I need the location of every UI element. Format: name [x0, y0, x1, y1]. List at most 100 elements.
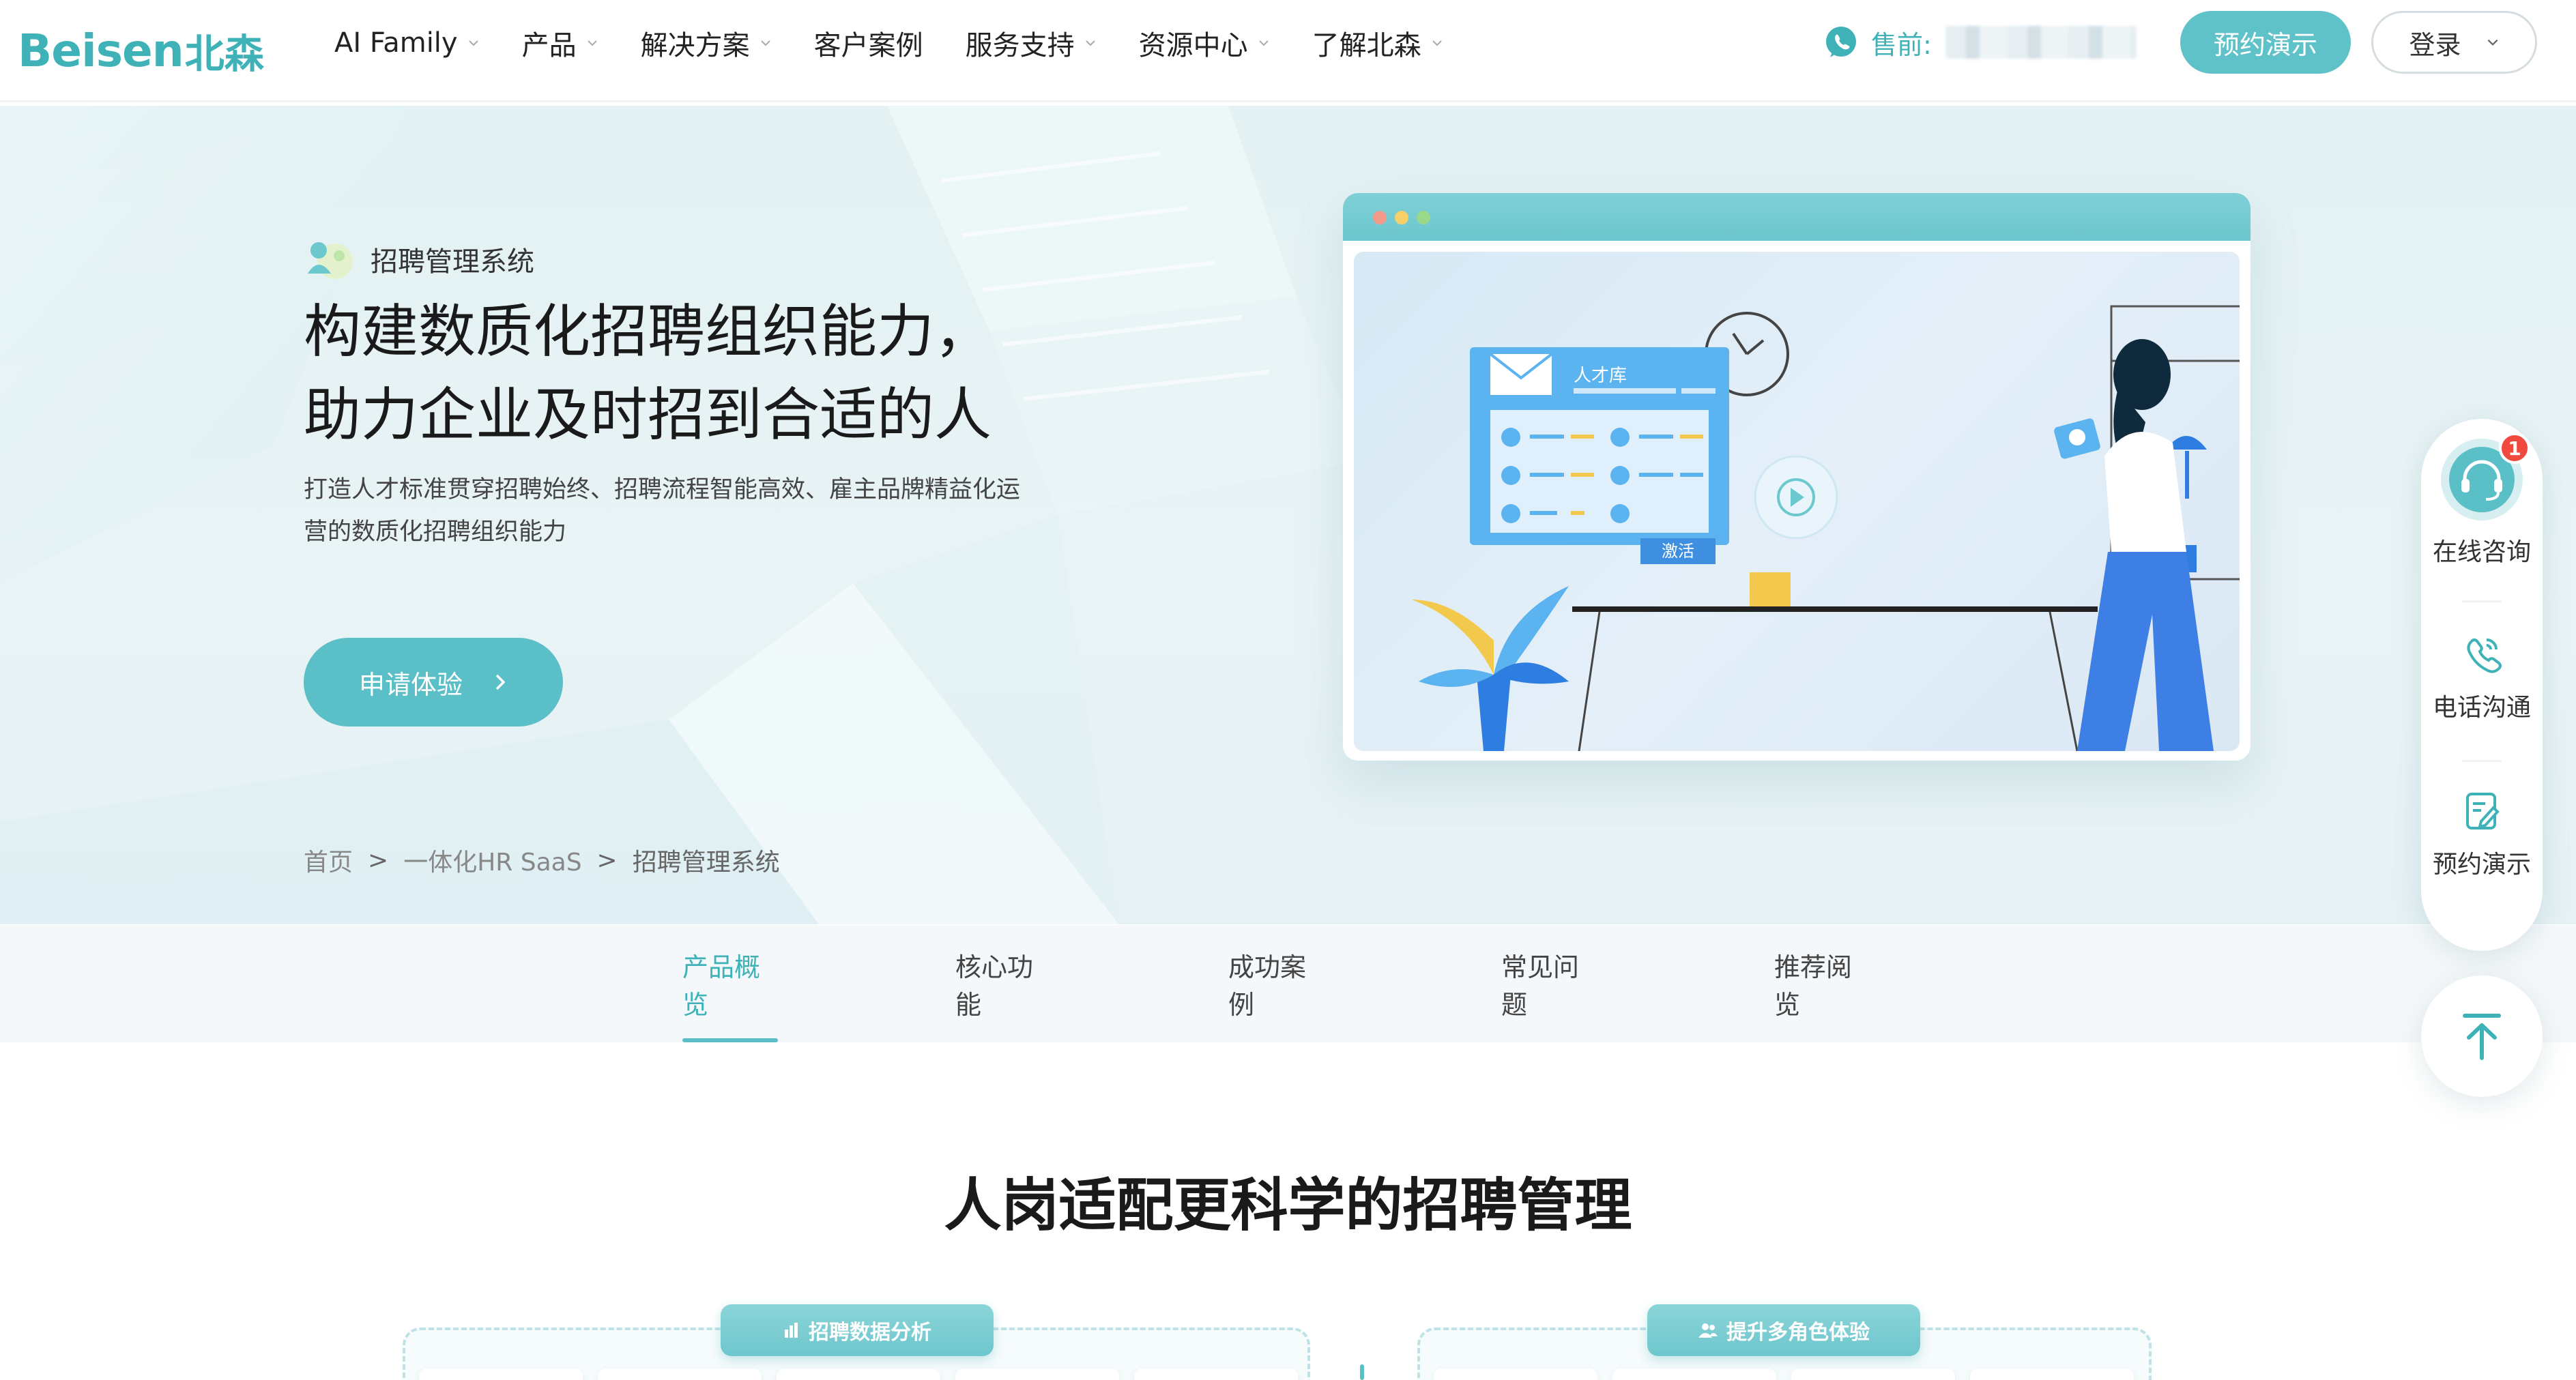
tab-label: 成功案例 — [1228, 952, 1307, 1020]
divider — [2462, 760, 2502, 762]
tab-label: 常见问题 — [1501, 952, 1580, 1020]
tab-core-features[interactable]: 核心功能 — [955, 925, 1051, 1042]
role-card — [1791, 1368, 1955, 1380]
product-tag-label: 招聘管理系统 — [371, 246, 534, 278]
breadcrumb-home[interactable]: 首页 — [304, 842, 353, 878]
edit-form-icon — [2466, 793, 2500, 830]
divider — [2462, 600, 2502, 602]
recruiter-scene-illustration: 人才库 激活 — [1412, 305, 2240, 751]
tab-overview[interactable]: 产品概览 — [682, 925, 778, 1042]
book-demo-button[interactable]: 预约演示 — [2180, 11, 2351, 74]
tab-label: 产品概览 — [682, 952, 761, 1020]
breadcrumb-separator: > — [368, 846, 389, 875]
main-menu: AI Family 产品 解决方案 客户案例 服务支持 资源中心 了解北森 — [334, 0, 1486, 85]
chevron-down-icon — [760, 40, 770, 46]
activate-button-graphic: 激活 — [1662, 542, 1694, 561]
phone-label: 电话沟通 — [2432, 694, 2531, 722]
nav-item-label: 产品 — [521, 29, 577, 61]
consult-avatar: 1 — [2439, 432, 2530, 523]
nav-item-solutions[interactable]: 解决方案 — [641, 23, 772, 63]
online-consult-button[interactable]: 1 在线咨询 — [2421, 432, 2543, 568]
product-tag: 招聘管理系统 — [304, 235, 534, 283]
chevron-down-icon — [1432, 40, 1442, 46]
analytics-card — [419, 1368, 583, 1380]
chevron-down-icon — [1085, 40, 1095, 46]
bar-chart-icon — [785, 1323, 798, 1338]
breadcrumb-hr-saas[interactable]: 一体化HR SaaS — [403, 842, 581, 878]
nav-item-label: 客户案例 — [813, 29, 923, 61]
tab-recommended-reading[interactable]: 推荐阅览 — [1774, 925, 1870, 1042]
nav-item-label: 解决方案 — [640, 29, 750, 61]
book-demo-label: 预约演示 — [2213, 29, 2317, 60]
mock-window-titlebar — [1343, 193, 2251, 241]
tab-label: 推荐阅览 — [1774, 952, 1853, 1020]
recruiting-analytics-pill: 招聘数据分析 — [721, 1304, 994, 1356]
analytics-card — [598, 1368, 762, 1380]
hero-banner: 招聘管理系统 构建数质化招聘组织能力， 助力企业及时招到合适的人 打造人才标准贯… — [0, 106, 2576, 924]
beisen-logo[interactable]: Beisen 北森 — [18, 16, 264, 85]
section-title: 人岗适配更科学的招聘管理 — [944, 1172, 1632, 1239]
analytics-card — [777, 1368, 940, 1380]
nav-item-cases[interactable]: 客户案例 — [814, 23, 923, 63]
tab-label: 核心功能 — [955, 952, 1034, 1020]
analytics-card — [955, 1368, 1119, 1380]
logo-text-cn: 北森 — [184, 31, 264, 77]
hero-desc-line-1: 打造人才标准贯穿招聘始终、招聘流程智能高效、雇主品牌精益化运 — [304, 476, 1021, 503]
chevron-right-icon — [495, 674, 506, 690]
product-icon — [304, 235, 356, 283]
chevron-down-icon — [2487, 39, 2498, 46]
floating-contact-panel: 1 在线咨询 电话沟通 预约演示 — [2421, 419, 2543, 951]
pill-label: 招聘数据分析 — [809, 1321, 931, 1345]
role-card — [1612, 1368, 1776, 1380]
pill-label: 提升多角色体验 — [1726, 1321, 1870, 1345]
phone-chat-icon — [1826, 27, 1856, 57]
breadcrumb: 首页 > 一体化HR SaaS > 招聘管理系统 — [304, 842, 780, 878]
hero-title-line-2: 助力企业及时招到合适的人 — [304, 381, 992, 448]
nav-item-label: 服务支持 — [965, 29, 1075, 61]
analytics-cards — [419, 1368, 1313, 1380]
chevron-down-icon — [468, 40, 478, 46]
phone-icon — [2467, 638, 2502, 673]
apply-trial-label: 申请体验 — [358, 669, 463, 700]
notification-badge: 1 — [2499, 432, 2530, 464]
back-to-top-button[interactable] — [2421, 975, 2543, 1097]
chevron-down-icon — [1258, 40, 1269, 46]
book-demo-side-button[interactable]: 预约演示 — [2421, 787, 2543, 880]
sales-contact: 售前: — [1822, 20, 2137, 64]
nav-item-label: 资源中心 — [1138, 29, 1248, 61]
users-icon — [1698, 1323, 1718, 1338]
section-divider — [1360, 1364, 1364, 1380]
hero-desc-line-2: 营的数质化招聘组织能力 — [304, 518, 567, 546]
sales-label: 售前: — [1871, 29, 1932, 60]
login-label: 登录 — [2409, 29, 2461, 60]
hero-title: 构建数质化招聘组织能力， 助力企业及时招到合适的人 — [304, 290, 992, 456]
role-card — [1434, 1368, 1597, 1380]
arrow-up-icon — [2463, 1014, 2501, 1060]
mock-window-screen: 人才库 激活 — [1354, 252, 2240, 751]
apply-trial-button[interactable]: 申请体验 — [304, 638, 563, 726]
breadcrumb-separator: > — [596, 846, 618, 875]
nav-item-products[interactable]: 产品 — [522, 23, 598, 63]
tab-success-cases[interactable]: 成功案例 — [1228, 925, 1324, 1042]
nav-item-ai-family[interactable]: AI Family — [334, 27, 480, 59]
hero-description: 打造人才标准贯穿招聘始终、招聘流程智能高效、雇主品牌精益化运 营的数质化招聘组织… — [304, 469, 1054, 553]
breadcrumb-current: 招聘管理系统 — [632, 849, 780, 877]
nav-item-support[interactable]: 服务支持 — [966, 23, 1097, 63]
talent-pool-title: 人才库 — [1574, 366, 1627, 386]
nav-item-about[interactable]: 了解北森 — [1312, 23, 1443, 63]
nav-item-label: 了解北森 — [1312, 29, 1421, 61]
nav-item-label: AI Family — [334, 27, 458, 59]
analytics-card — [1134, 1368, 1298, 1380]
hero-title-line-1: 构建数质化招聘组织能力， — [304, 298, 992, 365]
logo-text-en: Beisen — [18, 24, 184, 77]
multi-role-cards — [1434, 1368, 2149, 1380]
role-card — [1970, 1368, 2134, 1380]
login-button[interactable]: 登录 — [2371, 11, 2537, 74]
top-navigation: Beisen 北森 AI Family 产品 解决方案 客户案例 服务支持 资源… — [0, 0, 2576, 102]
phone-call-button[interactable]: 电话沟通 — [2421, 630, 2543, 723]
multi-role-experience-pill: 提升多角色体验 — [1647, 1304, 1920, 1356]
nav-item-resources[interactable]: 资源中心 — [1139, 23, 1270, 63]
consult-label: 在线咨询 — [2432, 538, 2531, 566]
tab-faq[interactable]: 常见问题 — [1501, 925, 1597, 1042]
chevron-down-icon — [587, 40, 597, 46]
